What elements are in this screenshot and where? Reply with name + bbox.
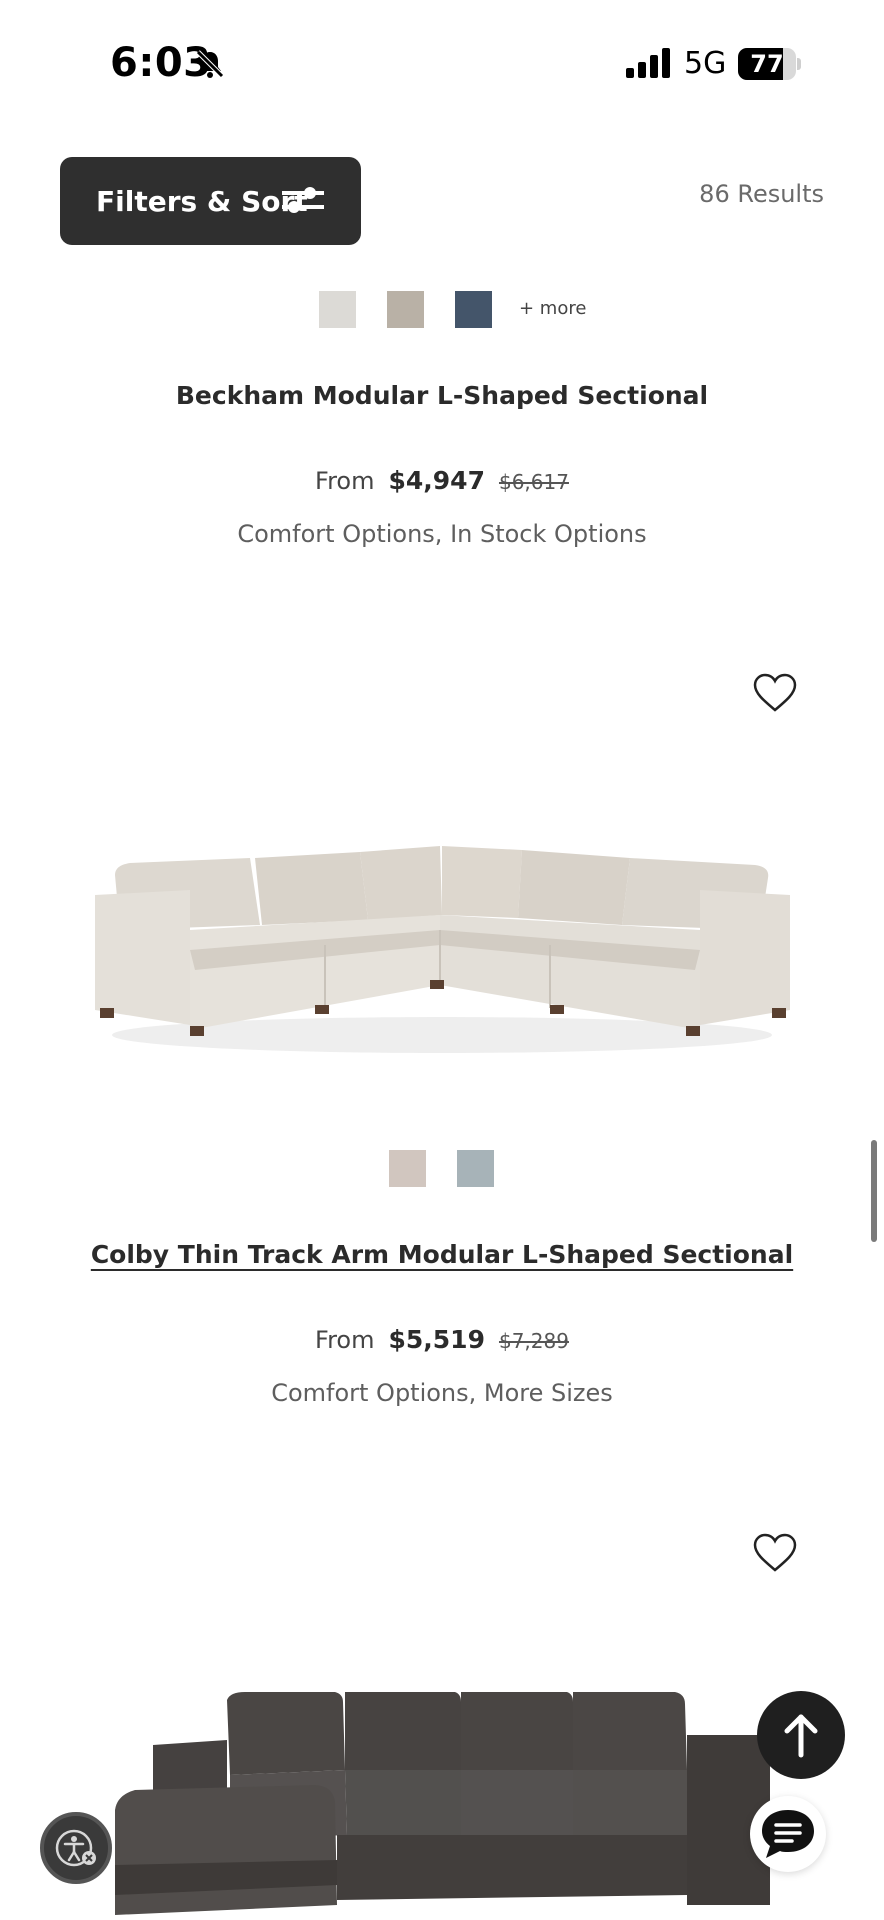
battery-percent: 77: [750, 50, 784, 78]
product-name[interactable]: Beckham Modular L-Shaped Sectional: [0, 381, 884, 410]
color-swatch[interactable]: [455, 291, 492, 328]
filters-sort-button[interactable]: Filters & Sort: [60, 157, 361, 245]
chat-button[interactable]: [750, 1796, 826, 1872]
network-type: 5G: [684, 46, 727, 81]
price-row: From $5,519 $7,289: [0, 1325, 884, 1354]
product-name[interactable]: Colby Thin Track Arm Modular L-Shaped Se…: [0, 1240, 884, 1269]
scroll-to-top-button[interactable]: [757, 1691, 845, 1779]
battery-icon: 77: [738, 48, 802, 80]
sale-price: $4,947: [388, 466, 485, 495]
more-swatches-link[interactable]: + more: [519, 298, 586, 319]
arrow-up-icon: [784, 1714, 818, 1758]
price-row: From $4,947 $6,617: [0, 466, 884, 495]
product-options: Comfort Options, In Stock Options: [237, 520, 647, 548]
product-image[interactable]: [115, 1690, 775, 1920]
color-swatch[interactable]: [387, 291, 424, 328]
chat-icon: [762, 1810, 814, 1858]
filters-sort-label: Filters & Sort: [96, 184, 308, 218]
results-count: 86 Results: [699, 180, 824, 208]
color-swatch[interactable]: [457, 1150, 494, 1187]
status-bar: 6:03 5G 77: [0, 0, 884, 120]
original-price: $6,617: [498, 470, 569, 494]
sliders-icon: [282, 187, 324, 213]
product-image[interactable]: [90, 830, 795, 1060]
from-label: From: [315, 467, 375, 495]
scrollbar[interactable]: [871, 1140, 877, 1242]
original-price: $7,289: [498, 1329, 569, 1353]
accessibility-button[interactable]: [40, 1812, 112, 1884]
sale-price: $5,519: [388, 1325, 485, 1354]
product-options: Comfort Options, More Sizes: [271, 1379, 613, 1407]
color-swatch[interactable]: [319, 291, 356, 328]
heart-icon[interactable]: [753, 1533, 797, 1573]
color-swatch[interactable]: [389, 1150, 426, 1187]
signal-icon: [626, 48, 670, 78]
heart-icon[interactable]: [753, 673, 797, 713]
bell-muted-icon: [196, 50, 224, 78]
from-label: From: [315, 1326, 375, 1354]
accessibility-icon: [55, 1829, 96, 1867]
